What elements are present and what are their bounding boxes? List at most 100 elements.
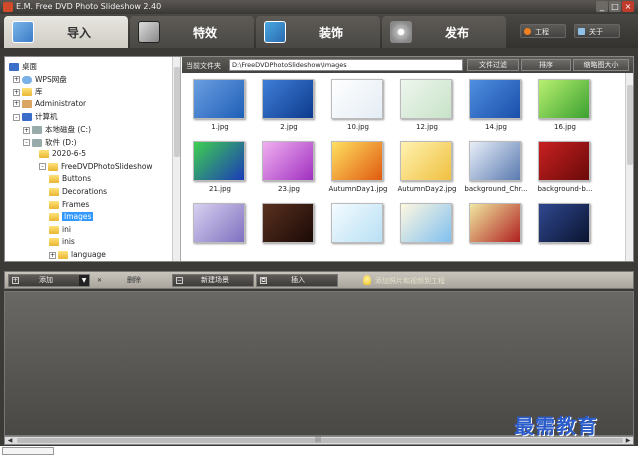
tab-effects[interactable]: 特效 <box>130 16 254 48</box>
collapse-icon[interactable]: - <box>13 113 20 121</box>
thumbnail-item[interactable] <box>462 197 530 259</box>
add-dropdown-icon[interactable]: ▼ <box>79 275 89 286</box>
maximize-button[interactable]: □ <box>609 1 621 12</box>
thumbnail-item[interactable] <box>393 197 461 259</box>
tree-item[interactable]: inis <box>49 237 75 249</box>
tree-item[interactable]: Images <box>49 212 94 224</box>
expand-icon[interactable]: + <box>49 251 56 259</box>
tree-item[interactable]: + 本地磁盘 (C:) <box>23 124 91 136</box>
tab-decorate[interactable]: 装饰 <box>256 16 380 48</box>
tree-item[interactable]: 2020-6-5 <box>39 149 86 161</box>
folder-icon <box>49 213 59 222</box>
thumbnail-item[interactable]: AutumnDay1.jpg <box>324 135 392 197</box>
tree-item[interactable]: + WPS网盘 <box>13 74 67 86</box>
tree-item[interactable]: Buttons <box>49 174 91 186</box>
thumbnail-item[interactable] <box>531 197 599 259</box>
status-box <box>2 447 54 455</box>
thumbnail-image[interactable] <box>193 79 245 119</box>
thumbnail-item[interactable] <box>324 197 392 259</box>
new-scene-button[interactable]: − 新建场景 <box>172 274 254 287</box>
tree-scroll-thumb[interactable] <box>174 67 180 157</box>
thumbnail-image[interactable] <box>538 203 590 243</box>
thumbnail-item[interactable]: 12.jpg <box>393 73 461 135</box>
cloud-icon <box>22 75 32 84</box>
thumbnail-item[interactable]: background_Chr... <box>462 135 530 197</box>
insert-icon: ⧉ <box>260 277 267 284</box>
thumbnail-image[interactable] <box>400 203 452 243</box>
tree-item[interactable]: 桌面 <box>9 61 37 73</box>
tree-item[interactable]: - FreeDVDPhotoSlideshow <box>39 162 153 174</box>
import-icon <box>12 21 34 43</box>
thumbnail-item[interactable]: background-b... <box>531 135 599 197</box>
thumbnail-item[interactable]: 16.jpg <box>531 73 599 135</box>
tab-label: 装饰 <box>318 26 343 40</box>
expand-icon[interactable]: + <box>13 100 20 108</box>
thumbnail-image[interactable] <box>262 203 314 243</box>
add-button[interactable]: + 添加 ▼ <box>8 274 90 287</box>
thumbnail-caption: 21.jpg <box>209 185 231 193</box>
tree-item[interactable]: ini <box>49 225 71 237</box>
project-button[interactable]: 工程 <box>520 24 566 38</box>
thumbnail-size-button[interactable]: 缩略图大小 <box>573 59 629 71</box>
thumbnail-image[interactable] <box>193 141 245 181</box>
expand-icon[interactable]: + <box>23 126 30 134</box>
thumbnail-image[interactable] <box>193 203 245 243</box>
thumbnail-image[interactable] <box>400 141 452 181</box>
thumbnail-item[interactable]: 1.jpg <box>186 73 254 135</box>
thumbnail-image[interactable] <box>262 141 314 181</box>
about-button[interactable]: 关于 <box>574 24 620 38</box>
thumbnail-scrollbar[interactable] <box>625 73 633 261</box>
thumbnail-image[interactable] <box>538 141 590 181</box>
thumbnail-image[interactable] <box>331 203 383 243</box>
tree-item[interactable]: - 计算机 <box>13 111 58 123</box>
folder-tree[interactable]: 桌面 + WPS网盘 + 库 + Administrator - 计算机 + 本地磁盘 (C:) - 软… <box>5 57 181 261</box>
tree-item[interactable]: Frames <box>49 200 89 212</box>
scroll-left-icon[interactable]: ◀ <box>6 437 14 444</box>
thumbnail-item[interactable]: 21.jpg <box>186 135 254 197</box>
tree-item-label: Frames <box>62 199 90 209</box>
thumbnail-image[interactable] <box>331 79 383 119</box>
thumbnail-item[interactable]: 2.jpg <box>255 73 323 135</box>
close-button[interactable]: × <box>622 1 634 12</box>
thumbnail-caption: 12.jpg <box>416 123 438 131</box>
scroll-right-icon[interactable]: ▶ <box>624 437 632 444</box>
expand-icon[interactable]: + <box>13 76 20 84</box>
thumbnail-image[interactable] <box>400 79 452 119</box>
insert-button[interactable]: ⧉ 插入 <box>256 274 338 287</box>
minimize-button[interactable]: _ <box>596 1 608 12</box>
sort-button[interactable]: 排序 <box>521 59 571 71</box>
tree-item-label: 本地磁盘 (C:) <box>45 125 91 134</box>
thumbnail-item[interactable] <box>255 197 323 259</box>
collapse-icon[interactable]: - <box>39 163 46 171</box>
tree-item[interactable]: Decorations <box>49 187 107 199</box>
plus-icon: + <box>12 277 19 284</box>
thumbnail-item[interactable]: AutumnDay2.jpg <box>393 135 461 197</box>
thumbnail-item[interactable]: 14.jpg <box>462 73 530 135</box>
thumbnail-image[interactable] <box>469 141 521 181</box>
tree-item-label: WPS网盘 <box>35 74 67 84</box>
collapse-icon[interactable]: - <box>23 139 30 147</box>
tree-item[interactable]: + language <box>49 250 106 261</box>
thumbnail-caption: background-b... <box>537 185 593 193</box>
tree-item-label: 桌面 <box>22 62 37 71</box>
file-filter-button[interactable]: 文件过滤 <box>467 59 519 71</box>
thumbnail-scroll-thumb[interactable] <box>627 85 633 165</box>
thumbnail-image[interactable] <box>331 141 383 181</box>
thumbnail-item[interactable]: 10.jpg <box>324 73 392 135</box>
tree-item[interactable]: + 库 <box>13 86 43 98</box>
path-input[interactable]: D:\FreeDVDPhotoSlideshow\Images <box>229 59 463 71</box>
tree-scrollbar[interactable] <box>172 57 180 261</box>
thumbnail-item[interactable] <box>186 197 254 259</box>
tree-item[interactable]: + Administrator <box>13 99 86 111</box>
expand-icon[interactable]: + <box>13 88 20 96</box>
tab-publish[interactable]: 发布 <box>382 16 506 48</box>
thumbnail-image[interactable] <box>469 79 521 119</box>
thumbnail-image[interactable] <box>262 79 314 119</box>
thumbnail-image[interactable] <box>469 203 521 243</box>
tree-item[interactable]: - 软件 (D:) <box>23 137 77 149</box>
thumbnail-caption: background_Chr... <box>464 185 528 193</box>
thumbnail-item[interactable]: 23.jpg <box>255 135 323 197</box>
thumbnail-image[interactable] <box>538 79 590 119</box>
tab-import[interactable]: 导入 <box>4 16 128 48</box>
delete-button[interactable]: ✕ 删除 <box>92 274 170 287</box>
